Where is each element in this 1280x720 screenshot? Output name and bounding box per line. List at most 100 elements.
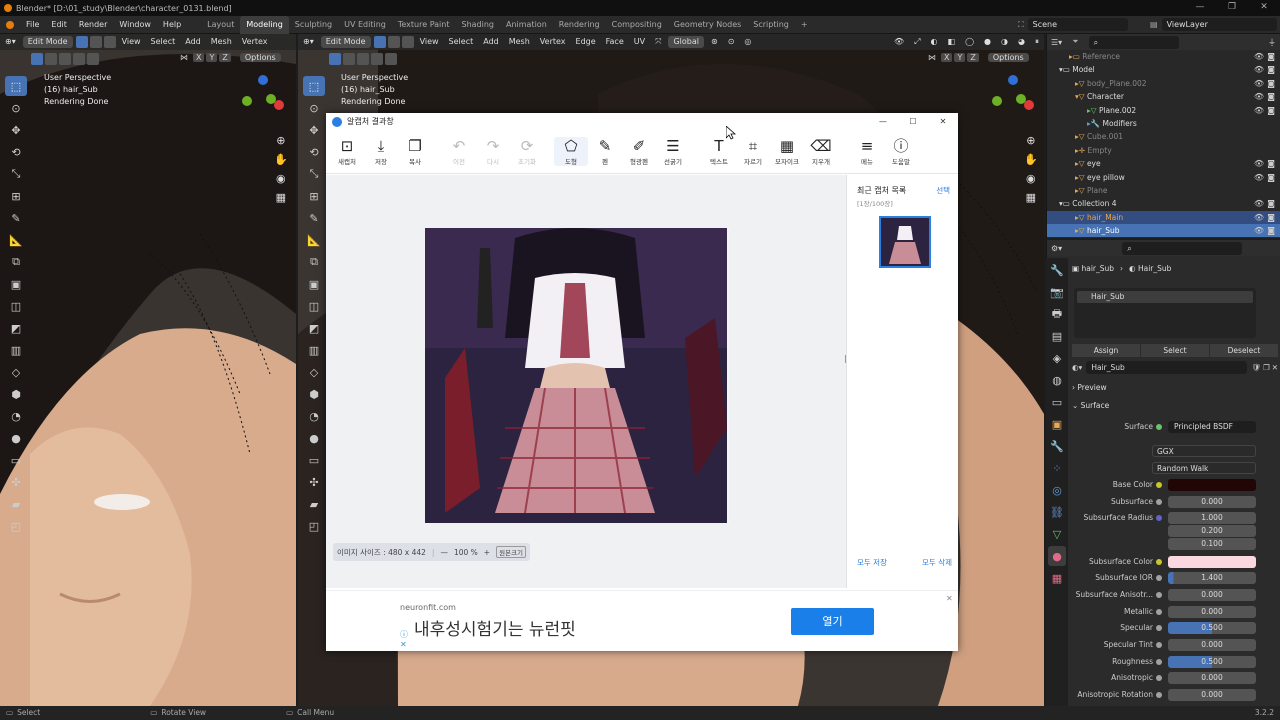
spin-icon[interactable]: ◔ bbox=[303, 406, 325, 426]
crop-tool[interactable]: ⌗ 자르기 bbox=[736, 137, 770, 166]
socket-dot-icon[interactable] bbox=[1156, 424, 1162, 430]
rip-icon[interactable]: ◰ bbox=[5, 516, 27, 536]
poly-build-icon[interactable]: ⬢ bbox=[303, 384, 325, 404]
mirror-x-toggle[interactable]: X bbox=[193, 53, 205, 62]
gizmo-z-icon[interactable] bbox=[258, 75, 268, 85]
eye-icon[interactable]: 👁 bbox=[1254, 197, 1264, 210]
text-tool[interactable]: T 텍스트 bbox=[702, 137, 736, 166]
viewport-left[interactable]: ⊕▾ Edit Mode View Select Add Mesh Vertex… bbox=[0, 34, 296, 706]
gizmo-z-icon[interactable] bbox=[1008, 75, 1018, 85]
material-slot[interactable]: Hair_Sub bbox=[1077, 291, 1253, 303]
eye-icon[interactable]: 👁 bbox=[1254, 224, 1264, 237]
render-tab-icon[interactable]: 📷 bbox=[1048, 282, 1066, 302]
outliner-row[interactable]: ▸▽ eye 👁 ◙ bbox=[1047, 157, 1280, 170]
inset-icon[interactable]: ◫ bbox=[303, 296, 325, 316]
pan-hand-icon[interactable]: ✋ bbox=[1024, 153, 1038, 166]
pen-tool[interactable]: ✎ 펜 bbox=[588, 137, 622, 166]
captured-image[interactable] bbox=[425, 228, 729, 523]
navigation-gizmo[interactable] bbox=[990, 74, 1036, 120]
edge-select-icon[interactable] bbox=[387, 36, 400, 48]
zoom-icon[interactable]: ⊕ bbox=[1024, 134, 1038, 147]
outliner-row[interactable]: ▸🔧 Modifiers bbox=[1047, 117, 1280, 130]
workspace-tab[interactable]: Animation bbox=[500, 16, 553, 34]
ad-banner[interactable]: neuronfit.com 내후성시험기는 뉴런핏 열기 ✕ ⓘ ✕ bbox=[326, 590, 958, 651]
value-field[interactable]: 0.200 bbox=[1168, 525, 1256, 537]
close-icon[interactable]: ✕ bbox=[1248, 0, 1280, 14]
deselect-button[interactable]: Deselect bbox=[1210, 344, 1278, 357]
measure-icon[interactable]: 📐 bbox=[5, 230, 27, 250]
menu-select[interactable]: Select bbox=[146, 34, 181, 50]
camera-icon[interactable]: ◙ bbox=[1267, 171, 1275, 184]
eye-icon[interactable]: 👁 bbox=[1254, 211, 1264, 224]
outliner-search[interactable]: ⌕ bbox=[1088, 35, 1179, 49]
zoom-in-button[interactable]: + bbox=[484, 548, 490, 557]
object-tab-icon[interactable]: ▣ bbox=[1048, 414, 1066, 434]
filter-icon[interactable]: ⏷ bbox=[1072, 37, 1078, 47]
camera-icon[interactable]: ◉ bbox=[1024, 172, 1038, 185]
duplicate-icon[interactable]: ❐ bbox=[1263, 363, 1270, 372]
menu-vertex[interactable]: Vertex bbox=[237, 34, 273, 50]
options-dropdown[interactable]: Options bbox=[239, 53, 281, 62]
recent-thumbnail[interactable] bbox=[879, 216, 931, 268]
add-cube-icon[interactable]: ⧉ bbox=[5, 252, 27, 272]
select-intersect-icon[interactable] bbox=[87, 53, 99, 65]
camera-icon[interactable]: ◙ bbox=[1267, 197, 1275, 210]
transform-orientation-icon[interactable]: ⤧ bbox=[650, 34, 666, 50]
menu-add[interactable]: Add bbox=[478, 34, 504, 50]
outliner-row[interactable]: ▾▭ Collection 4 👁 ◙ bbox=[1047, 197, 1280, 210]
value-field[interactable]: 0.000 bbox=[1168, 606, 1256, 618]
value-field[interactable]: 0.500 bbox=[1168, 656, 1256, 668]
subsurface-method-dropdown[interactable]: Random Walk bbox=[1152, 462, 1256, 474]
knife-icon[interactable]: ◇ bbox=[5, 362, 27, 382]
face-select-icon[interactable] bbox=[401, 36, 414, 48]
material-name-field[interactable]: Hair_Sub bbox=[1086, 361, 1248, 374]
material-tab-icon[interactable]: ● bbox=[1048, 546, 1066, 566]
annotate-icon[interactable]: ✎ bbox=[5, 208, 27, 228]
face-select-icon[interactable] bbox=[103, 36, 116, 48]
pause-icon[interactable]: ⏸ bbox=[1030, 34, 1044, 50]
assign-button[interactable]: Assign bbox=[1072, 344, 1140, 357]
camera-icon[interactable]: ◙ bbox=[1267, 63, 1275, 76]
outliner-row[interactable]: ▸▭ Reference 👁 ◙ bbox=[1047, 50, 1280, 63]
camera-icon[interactable]: ◙ bbox=[1267, 224, 1275, 237]
outliner-row[interactable]: ▸▽ eye pillow 👁 ◙ bbox=[1047, 171, 1280, 184]
eye-icon[interactable]: 👁 bbox=[1254, 157, 1264, 170]
constraints-tab-icon[interactable]: ⛓ bbox=[1048, 502, 1066, 522]
distribution-dropdown[interactable]: GGX bbox=[1152, 445, 1256, 457]
smooth-icon[interactable]: ● bbox=[5, 428, 27, 448]
vertex-select-icon[interactable] bbox=[373, 36, 386, 48]
fake-user-icon[interactable]: 🛡 bbox=[1251, 363, 1261, 372]
bevel-icon[interactable]: ◩ bbox=[5, 318, 27, 338]
value-field[interactable]: 0.100 bbox=[1168, 538, 1256, 550]
socket-dot-icon[interactable] bbox=[1156, 499, 1162, 505]
workspace-tab-active[interactable]: Modeling bbox=[240, 15, 289, 34]
loop-cut-icon[interactable]: ▥ bbox=[303, 340, 325, 360]
outliner-row[interactable]: ▸▽ body_Plane.002 👁 ◙ bbox=[1047, 77, 1280, 90]
color-swatch[interactable] bbox=[1168, 479, 1256, 491]
copy-tool[interactable]: ❐ 복사 bbox=[398, 137, 432, 166]
eye-icon[interactable]: 👁 bbox=[1254, 77, 1264, 90]
transform-icon[interactable]: ⊞ bbox=[303, 186, 325, 206]
maximize-icon[interactable]: ❐ bbox=[1216, 0, 1248, 14]
rotate-icon[interactable]: ⟲ bbox=[5, 142, 27, 162]
extrude-icon[interactable]: ▣ bbox=[303, 274, 325, 294]
ad-info-icon[interactable]: ⓘ bbox=[400, 629, 408, 640]
mirror-z-toggle[interactable]: Z bbox=[219, 53, 231, 62]
select-invert-icon[interactable] bbox=[371, 53, 383, 65]
knife-icon[interactable]: ◇ bbox=[303, 362, 325, 382]
filter-funnel-icon[interactable]: ⏚ bbox=[1268, 37, 1276, 48]
outliner-row[interactable]: ▸▽ Cube.001 bbox=[1047, 130, 1280, 143]
menu-uv[interactable]: UV bbox=[629, 34, 650, 50]
move-icon[interactable]: ✥ bbox=[303, 120, 325, 140]
physics-tab-icon[interactable]: ◎ bbox=[1048, 480, 1066, 500]
capture-maximize-icon[interactable]: ☐ bbox=[898, 117, 928, 126]
select-box-icon[interactable]: ⬚ bbox=[5, 76, 27, 96]
menu-face[interactable]: Face bbox=[601, 34, 629, 50]
menu-vertex[interactable]: Vertex bbox=[535, 34, 571, 50]
texture-tab-icon[interactable]: ▦ bbox=[1048, 568, 1066, 588]
menu-file[interactable]: File bbox=[20, 16, 45, 34]
smooth-icon[interactable]: ● bbox=[303, 428, 325, 448]
select-button[interactable]: Select bbox=[1141, 344, 1209, 357]
camera-icon[interactable]: ◙ bbox=[1267, 90, 1275, 103]
tool-tab-icon[interactable]: 🔧 bbox=[1048, 260, 1066, 280]
